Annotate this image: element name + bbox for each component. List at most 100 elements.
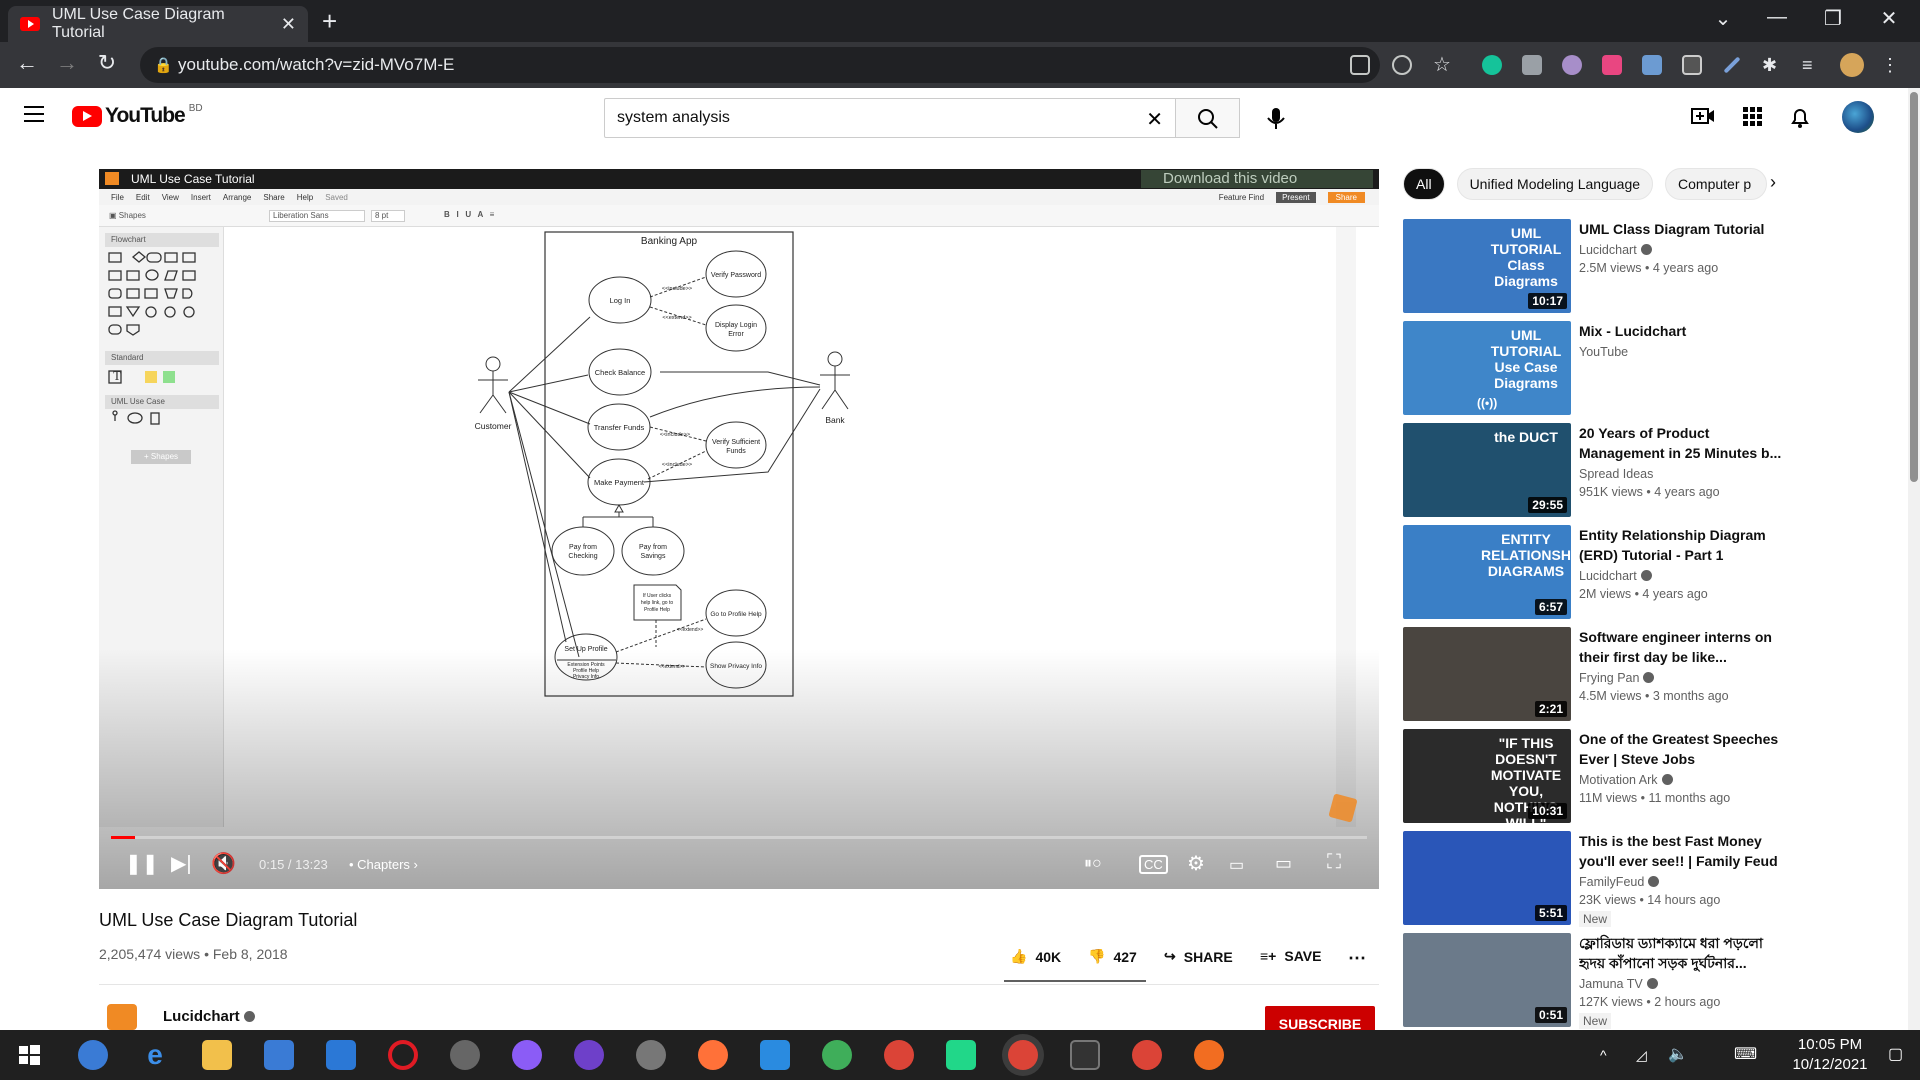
media-extension-icon[interactable] [1602, 55, 1622, 75]
notifications-bell-icon[interactable] [1787, 104, 1813, 130]
recommendation-channel[interactable]: Lucidchart [1579, 569, 1652, 583]
recommendation-item[interactable]: UML TUTORIAL Use Case Diagrams ((•)) Mix -… [1403, 321, 1883, 415]
tray-chevron-icon[interactable]: ^ [1600, 1040, 1630, 1070]
bookmark-star-icon[interactable]: ☆ [1432, 55, 1452, 75]
vscode-icon[interactable] [760, 1040, 790, 1070]
recommendation-title[interactable]: Software engineer interns on their first… [1579, 627, 1789, 667]
share-button[interactable]: ↪ SHARE [1164, 948, 1233, 965]
video-thumbnail[interactable]: the DUCT 29:55 [1403, 423, 1571, 517]
create-video-icon[interactable] [1690, 104, 1716, 130]
browser-tab[interactable]: UML Use Case Diagram Tutorial ✕ [8, 6, 308, 42]
recommendation-title[interactable]: Entity Relationship Diagram (ERD) Tutori… [1579, 525, 1789, 565]
new-tab-button[interactable]: + [322, 6, 337, 37]
voice-search-button[interactable] [1258, 100, 1294, 136]
reload-button[interactable]: ↻ [92, 50, 122, 76]
clear-search-icon[interactable]: ✕ [1146, 107, 1163, 132]
minimize-button[interactable]: — [1754, 6, 1800, 29]
recommendation-title[interactable]: 20 Years of Product Management in 25 Min… [1579, 423, 1789, 463]
app-icon[interactable] [450, 1040, 480, 1070]
grammarly-icon[interactable] [1482, 55, 1502, 75]
video-player[interactable]: UML Use Case Tutorial Download this vide… [99, 169, 1379, 889]
recommendation-channel[interactable]: FamilyFeud [1579, 875, 1660, 889]
recommendation-channel[interactable]: Jamuna TV [1579, 977, 1658, 991]
dislike-button[interactable]: 👎 427 [1088, 948, 1137, 965]
pycharm-icon[interactable] [946, 1040, 976, 1070]
messenger-icon[interactable] [512, 1040, 542, 1070]
account-avatar[interactable] [1842, 101, 1874, 133]
github-icon[interactable] [574, 1040, 604, 1070]
firefox-icon[interactable] [698, 1040, 728, 1070]
mail-icon[interactable] [326, 1040, 356, 1070]
progress-bar[interactable] [111, 836, 1367, 839]
autoplay-toggle[interactable]: ⏸○ [1084, 855, 1102, 873]
extension-icon[interactable] [1562, 55, 1582, 75]
close-window-button[interactable]: ✕ [1866, 6, 1912, 31]
youtube-logo[interactable]: YouTube BD [72, 103, 203, 128]
captions-icon[interactable]: CC [1139, 855, 1168, 874]
chip-uml[interactable]: Unified Modeling Language [1456, 168, 1654, 200]
theater-mode-icon[interactable]: ▭ [1275, 853, 1292, 874]
store-icon[interactable] [264, 1040, 294, 1070]
video-thumbnail[interactable]: UML TUTORIAL Use Case Diagrams ((•)) [1403, 321, 1571, 415]
close-tab-icon[interactable]: ✕ [281, 14, 296, 35]
pause-icon[interactable]: ❚❚ [125, 851, 159, 876]
more-actions-icon[interactable]: ⋯ [1348, 948, 1366, 969]
edge-beta-icon[interactable] [822, 1040, 852, 1070]
network-icon[interactable]: ◿ [1636, 1040, 1666, 1070]
chrome-profile-icon[interactable] [1132, 1040, 1162, 1070]
video-thumbnail[interactable]: ENTITY RELATIONSHIP DIAGRAMS 6:57 [1403, 525, 1571, 619]
extensions-puzzle-icon[interactable]: ✱ [1762, 55, 1782, 75]
settings-app-icon[interactable] [636, 1040, 666, 1070]
chapters-button[interactable]: • Chapters › [349, 857, 418, 872]
next-video-icon[interactable]: ▶| [171, 851, 192, 876]
chrome-icon[interactable] [884, 1040, 914, 1070]
video-thumbnail[interactable]: 5:51 [1403, 831, 1571, 925]
chevron-right-icon[interactable]: › [1770, 172, 1776, 193]
page-scrollbar[interactable] [1908, 88, 1920, 1030]
settings-gear-icon[interactable]: ⚙ [1187, 851, 1205, 876]
video-thumbnail[interactable]: 0:51 [1403, 933, 1571, 1027]
miniplayer-icon[interactable]: ▭ [1229, 855, 1244, 875]
address-bar[interactable]: 🔒 youtube.com/watch?v=zid-MVo7M-E [140, 47, 1380, 83]
recommendation-channel[interactable]: Frying Pan [1579, 671, 1655, 685]
profile-avatar[interactable] [1840, 53, 1864, 77]
recommendation-item[interactable]: 2:21 Software engineer interns on their f… [1403, 627, 1883, 721]
system-clock[interactable]: 10:05 PM 10/12/2021 [1780, 1035, 1880, 1075]
back-button[interactable]: ← [12, 50, 42, 76]
pen-icon[interactable] [1723, 56, 1741, 74]
notification-center-icon[interactable]: ▢ [1888, 1040, 1918, 1070]
install-icon[interactable] [1350, 55, 1370, 75]
recommendation-item[interactable]: 0:51 ফ্লোরিডায় ড্যাশক্যামে ধরা পড়লো হৃদ… [1403, 933, 1883, 1029]
zoom-icon[interactable] [1392, 55, 1412, 75]
reading-list-icon[interactable]: ≡ [1802, 55, 1822, 75]
qbittorrent-icon[interactable] [78, 1040, 108, 1070]
chrome-active-icon[interactable] [1008, 1040, 1038, 1070]
camera-icon[interactable] [1522, 55, 1542, 75]
channel-avatar[interactable] [107, 1004, 137, 1030]
recommendation-item[interactable]: "IF THIS DOESN'T MOTIVATE YOU, NOTHING W… [1403, 729, 1883, 823]
recommendation-channel[interactable]: Motivation Ark [1579, 773, 1673, 787]
menu-icon[interactable] [24, 106, 44, 127]
search-button[interactable] [1176, 98, 1240, 138]
recommendation-title[interactable]: This is the best Fast Money you'll ever … [1579, 831, 1789, 871]
recommendation-title[interactable]: UML Class Diagram Tutorial [1579, 219, 1789, 239]
save-button[interactable]: ≡+ SAVE [1260, 948, 1321, 964]
download-extension-icon[interactable] [1642, 55, 1662, 75]
recommendation-channel[interactable]: Spread Ideas [1579, 467, 1653, 481]
like-button[interactable]: 👍 40K [1010, 948, 1061, 965]
apps-grid-icon[interactable] [1740, 104, 1766, 130]
fullscreen-icon[interactable]: ⛶ [1327, 851, 1341, 874]
windows-start-icon[interactable] [14, 1040, 44, 1070]
channel-name[interactable]: Lucidchart [163, 1008, 255, 1025]
edge-icon[interactable]: e [140, 1040, 170, 1070]
recommendation-channel[interactable]: YouTube [1579, 345, 1628, 359]
screen-extension-icon[interactable] [1682, 55, 1702, 75]
file-explorer-icon[interactable] [202, 1040, 232, 1070]
opera-icon[interactable] [388, 1040, 418, 1070]
maximize-button[interactable]: ❐ [1810, 6, 1856, 31]
video-thumbnail[interactable]: "IF THIS DOESN'T MOTIVATE YOU, NOTHING W… [1403, 729, 1571, 823]
chip-computer[interactable]: Computer p [1665, 168, 1768, 200]
tab-search-icon[interactable]: ⌄ [1700, 6, 1746, 31]
recommendation-title[interactable]: One of the Greatest Speeches Ever | Stev… [1579, 729, 1789, 769]
postman-icon[interactable] [1194, 1040, 1224, 1070]
